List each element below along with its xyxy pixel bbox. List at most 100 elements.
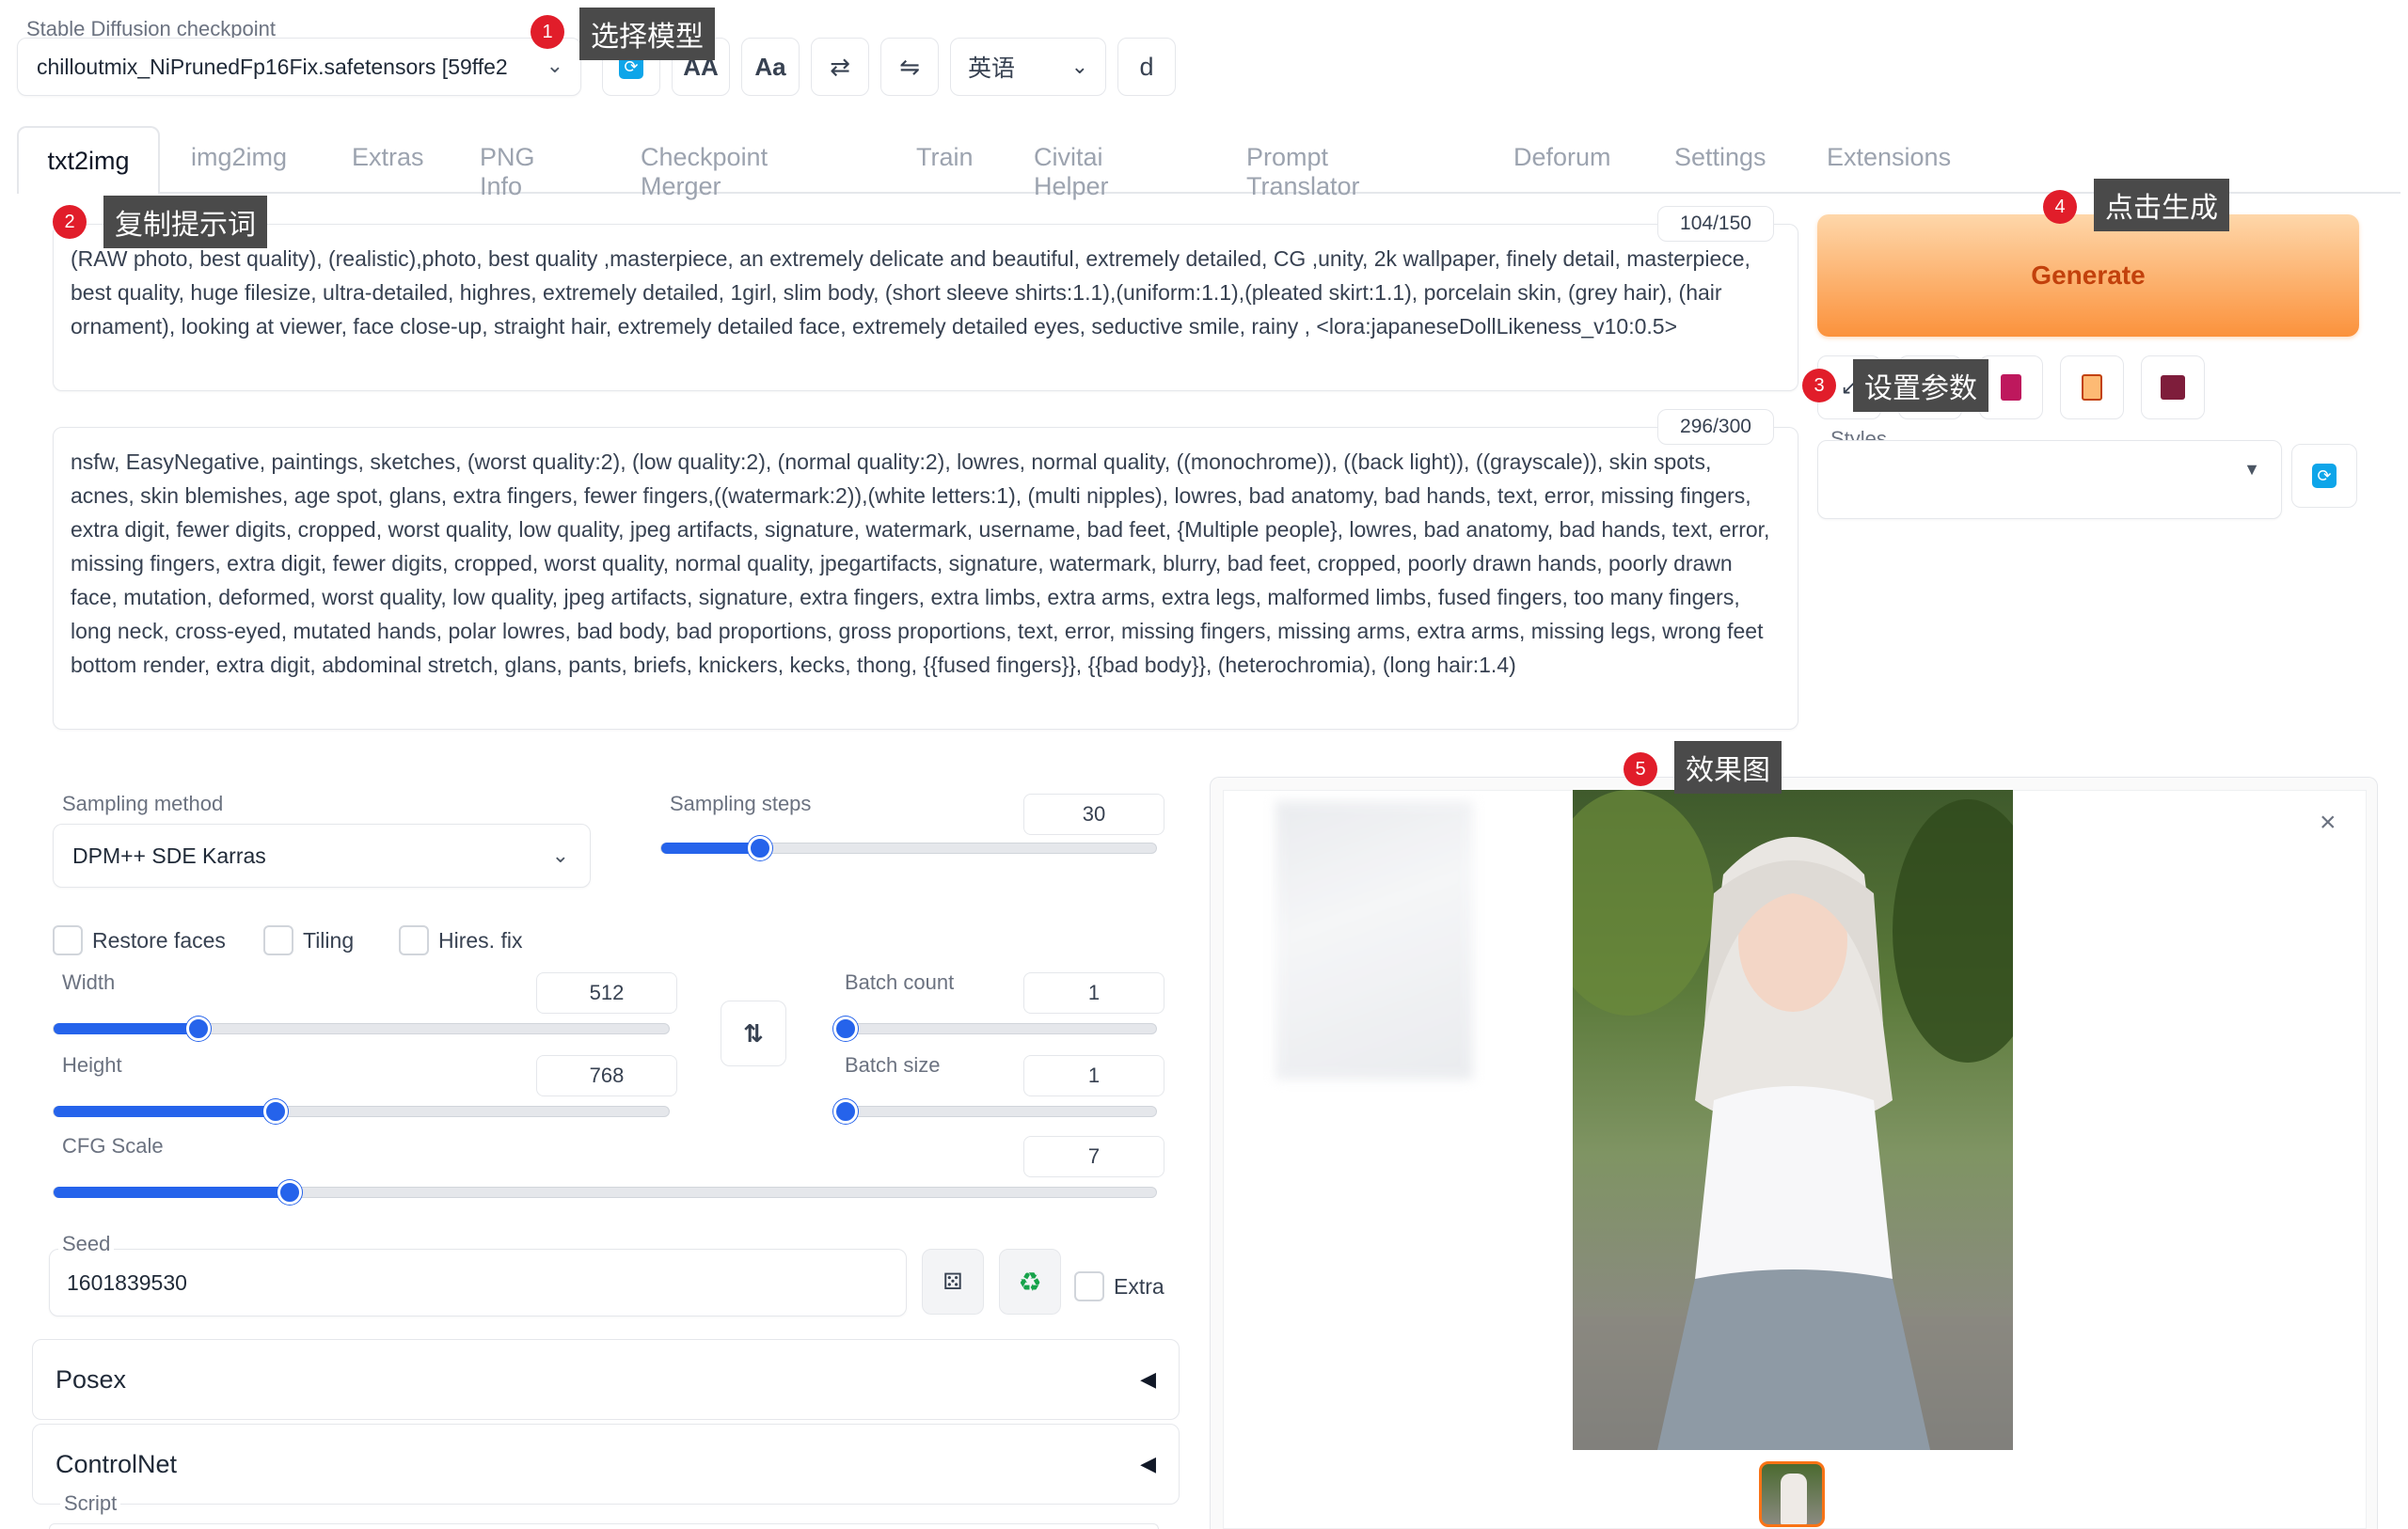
book-icon [2001, 374, 2021, 401]
hires-fix-checkbox[interactable]: Hires. fix [399, 925, 522, 955]
slider-thumb[interactable] [277, 1180, 302, 1205]
batch-size-slider[interactable] [833, 1099, 1157, 1124]
sampling-steps-label: Sampling steps [670, 792, 812, 815]
annotation-badge-3: 3 [1802, 369, 1836, 402]
slider-thumb[interactable] [186, 1017, 212, 1041]
annotation-label-5: 效果图 [1674, 741, 1782, 794]
extra-seed-checkbox[interactable]: Extra [1074, 1271, 1164, 1301]
styles-dropdown[interactable]: ▼ [1817, 440, 2282, 519]
batch-count-input[interactable]: 1 [1023, 972, 1164, 1014]
seed-label: Seed [58, 1232, 115, 1256]
annotation-badge-2: 2 [53, 205, 87, 239]
sampling-steps-input[interactable]: 30 [1023, 794, 1164, 835]
slider-fill [54, 1187, 290, 1198]
checkbox-box[interactable] [263, 925, 293, 955]
language-dropdown[interactable]: 英语 ⌄ [950, 38, 1106, 96]
height-slider[interactable] [53, 1099, 670, 1124]
height-input[interactable]: 768 [536, 1055, 677, 1096]
slider-fill [54, 1106, 277, 1117]
tab-settings[interactable]: Settings [1674, 143, 1766, 172]
restore-faces-label: Restore faces [92, 927, 226, 953]
tiling-checkbox[interactable]: Tiling [263, 925, 354, 955]
tab-img2img[interactable]: img2img [191, 143, 287, 172]
collapse-triangle-icon: ◀ [1140, 1367, 1156, 1391]
tab-extras[interactable]: Extras [352, 143, 424, 172]
slider-thumb[interactable] [748, 836, 773, 860]
reuse-seed-button[interactable]: ♻ [999, 1249, 1061, 1315]
batch-size-label: Batch size [845, 1053, 941, 1077]
hires-fix-label: Hires. fix [438, 927, 523, 953]
sampling-method-dropdown[interactable]: DPM++ SDE Karras ⌄ [53, 824, 591, 888]
batch-count-slider[interactable] [833, 1017, 1157, 1041]
generate-label: Generate [2031, 260, 2146, 290]
negative-prompt-text: nsfw, EasyNegative, paintings, sketches,… [71, 449, 1770, 677]
font-case-button[interactable]: Aa [741, 38, 800, 96]
seed-input[interactable]: 1601839530 [49, 1249, 907, 1316]
swap-vertical-icon: ⇅ [743, 1018, 764, 1048]
collapse-triangle-icon: ◀ [1140, 1452, 1156, 1475]
chevron-down-icon: ⌄ [1070, 55, 1088, 78]
slider-thumb[interactable] [263, 1099, 289, 1124]
apply-style-button[interactable] [2060, 355, 2124, 419]
width-input[interactable]: 512 [536, 972, 677, 1014]
checkbox-box[interactable] [53, 925, 83, 955]
tab-deforum[interactable]: Deforum [1513, 143, 1611, 172]
save-style-button[interactable] [2141, 355, 2205, 419]
posex-accordion[interactable]: Posex ◀ [32, 1339, 1180, 1420]
tab-png-info[interactable]: PNG Info [480, 143, 535, 201]
refresh-icon: ⟳ [2312, 464, 2337, 488]
slider-fill [661, 843, 761, 854]
swap-arrows-icon: ⇄ [830, 52, 850, 81]
checkbox-box[interactable] [399, 925, 429, 955]
slider-thumb[interactable] [833, 1017, 858, 1041]
tab-prompt-translator[interactable]: Prompt Translator [1246, 143, 1360, 201]
floppy-disk-icon [2161, 375, 2185, 400]
script-dropdown[interactable] [49, 1523, 1159, 1529]
width-slider[interactable] [53, 1017, 670, 1041]
swap-lines-icon: ⇋ [899, 52, 920, 81]
sampling-method-value: DPM++ SDE Karras [72, 843, 266, 868]
cfg-scale-input[interactable]: 7 [1023, 1136, 1164, 1177]
clipboard-icon [2082, 374, 2102, 401]
gallery-thumbnail[interactable] [1759, 1461, 1825, 1527]
tab-txt2img[interactable]: txt2img [17, 126, 160, 194]
extra-networks-button[interactable] [1979, 355, 2043, 419]
slider-thumb[interactable] [833, 1099, 858, 1124]
language-value: 英语 [968, 55, 1016, 82]
annotation-label-2: 复制提示词 [103, 196, 267, 248]
swap-button[interactable]: ⇄ [811, 38, 869, 96]
width-label: Width [62, 970, 116, 994]
cfg-scale-slider[interactable] [53, 1180, 1157, 1205]
tiling-label: Tiling [303, 927, 355, 953]
translate-direction-button[interactable]: ⇋ [880, 38, 939, 96]
cfg-scale-label: CFG Scale [62, 1134, 164, 1158]
d-button[interactable]: d [1117, 38, 1176, 96]
recycle-icon: ♻ [1018, 1267, 1042, 1297]
sampling-steps-slider[interactable] [660, 836, 1157, 860]
restore-faces-checkbox[interactable]: Restore faces [53, 925, 226, 955]
negative-prompt-textarea[interactable]: nsfw, EasyNegative, paintings, sketches,… [53, 427, 1798, 730]
script-label: Script [60, 1491, 121, 1516]
batch-size-input[interactable]: 1 [1023, 1055, 1164, 1096]
generate-button[interactable]: Generate [1817, 214, 2359, 337]
tab-train[interactable]: Train [916, 143, 974, 172]
prompt-text: (RAW photo, best quality), (realistic),p… [71, 246, 1751, 339]
sampling-method-label: Sampling method [62, 792, 224, 815]
posex-title: Posex [55, 1364, 127, 1394]
prompt-textarea[interactable]: (RAW photo, best quality), (realistic),p… [53, 224, 1798, 391]
swap-dimensions-button[interactable]: ⇅ [721, 1001, 786, 1066]
tab-checkpoint-merger[interactable]: Checkpoint Merger [641, 143, 768, 201]
height-label: Height [62, 1053, 122, 1077]
negative-prompt-token-counter: 296/300 [1657, 409, 1774, 445]
tab-extensions[interactable]: Extensions [1827, 143, 1951, 172]
checkpoint-dropdown[interactable]: chilloutmix_NiPrunedFp16Fix.safetensors … [17, 38, 581, 96]
close-icon[interactable]: × [2320, 807, 2337, 839]
prompt-token-counter: 104/150 [1657, 206, 1774, 242]
refresh-styles-button[interactable]: ⟳ [2291, 444, 2357, 508]
random-seed-button[interactable]: ⚄ [922, 1249, 984, 1315]
seed-value: 1601839530 [67, 1269, 187, 1295]
generated-image[interactable] [1573, 790, 2013, 1450]
controlnet-accordion[interactable]: ControlNet ◀ [32, 1424, 1180, 1505]
tab-civitai-helper[interactable]: Civitai Helper [1034, 143, 1109, 201]
checkbox-box[interactable] [1074, 1271, 1104, 1301]
